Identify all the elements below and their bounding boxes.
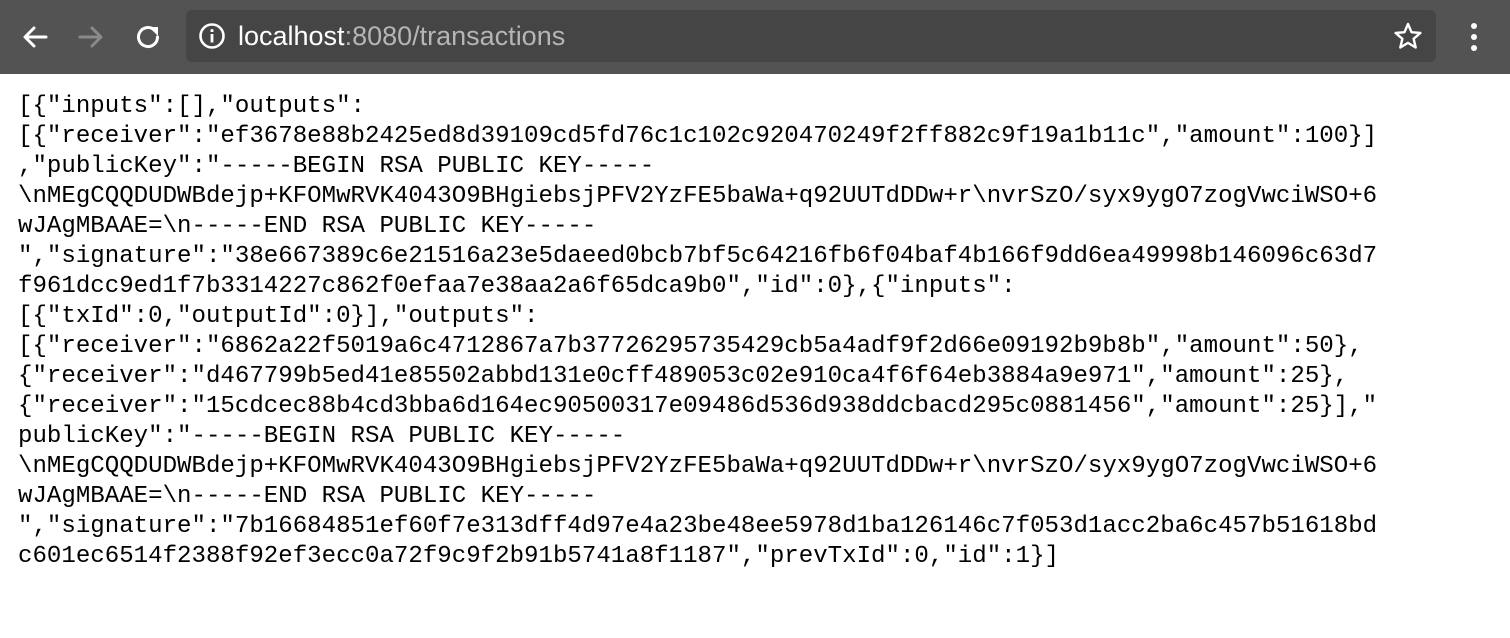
json-line: wJAgMBAAE=\n-----END RSA PUBLIC KEY----- — [18, 483, 597, 510]
json-line: {"receiver":"d467799b5ed41e85502abbd131e… — [18, 363, 1349, 390]
json-line: \nMEgCQQDUDWBdejp+KFOMwRVK4043O9BHgiebsj… — [18, 453, 1378, 480]
json-line: wJAgMBAAE=\n-----END RSA PUBLIC KEY----- — [18, 213, 597, 240]
bookmark-button[interactable] — [1392, 20, 1424, 52]
address-bar[interactable]: localhost:8080/transactions — [186, 10, 1436, 62]
vertical-dots-menu-icon — [1471, 23, 1477, 51]
reload-icon — [137, 26, 160, 49]
json-line: f961dcc9ed1f7b3314227c862f0efaa7e38aa2a6… — [18, 273, 1016, 300]
json-line: [{"receiver":"6862a22f5019a6c4712867a7b3… — [18, 333, 1363, 360]
json-line: {"receiver":"15cdcec88b4cd3bba6d164ec905… — [18, 393, 1378, 420]
url-path: :8080/transactions — [344, 21, 566, 51]
star-outline-icon — [1394, 22, 1422, 49]
json-line: ,"publicKey":"-----BEGIN RSA PUBLIC KEY-… — [18, 153, 655, 180]
arrow-right-icon — [78, 26, 103, 48]
info-circle-icon — [199, 23, 225, 49]
url-text[interactable]: localhost:8080/transactions — [238, 10, 565, 62]
forward-button[interactable] — [68, 14, 114, 60]
json-line: [{"receiver":"ef3678e88b2425ed8d39109cd5… — [18, 123, 1378, 150]
browser-toolbar: localhost:8080/transactions — [0, 0, 1510, 74]
reload-button[interactable] — [125, 14, 171, 60]
json-line: \nMEgCQQDUDWBdejp+KFOMwRVK4043O9BHgiebsj… — [18, 183, 1378, 210]
url-host: localhost — [238, 21, 345, 51]
json-line: ","signature":"38e667389c6e21516a23e5dae… — [18, 243, 1378, 270]
json-response-text: [{"inputs":[],"outputs": [{"receiver":"e… — [18, 92, 1498, 572]
page-content: [{"inputs":[],"outputs": [{"receiver":"e… — [18, 92, 1498, 572]
json-line: [{"txId":0,"outputId":0}],"outputs": — [18, 303, 539, 330]
json-line: ","signature":"7b16684851ef60f7e313dff4d… — [18, 513, 1378, 540]
arrow-left-icon — [23, 26, 48, 48]
site-info-button[interactable] — [198, 22, 226, 50]
json-line: [{"inputs":[],"outputs": — [18, 93, 366, 120]
json-line: publicKey":"-----BEGIN RSA PUBLIC KEY---… — [18, 423, 626, 450]
json-line: c601ec6514f2388f92ef3ecc0a72f9c9f2b91b57… — [18, 543, 1060, 570]
browser-menu-button[interactable] — [1452, 14, 1496, 60]
back-button[interactable] — [12, 14, 58, 60]
